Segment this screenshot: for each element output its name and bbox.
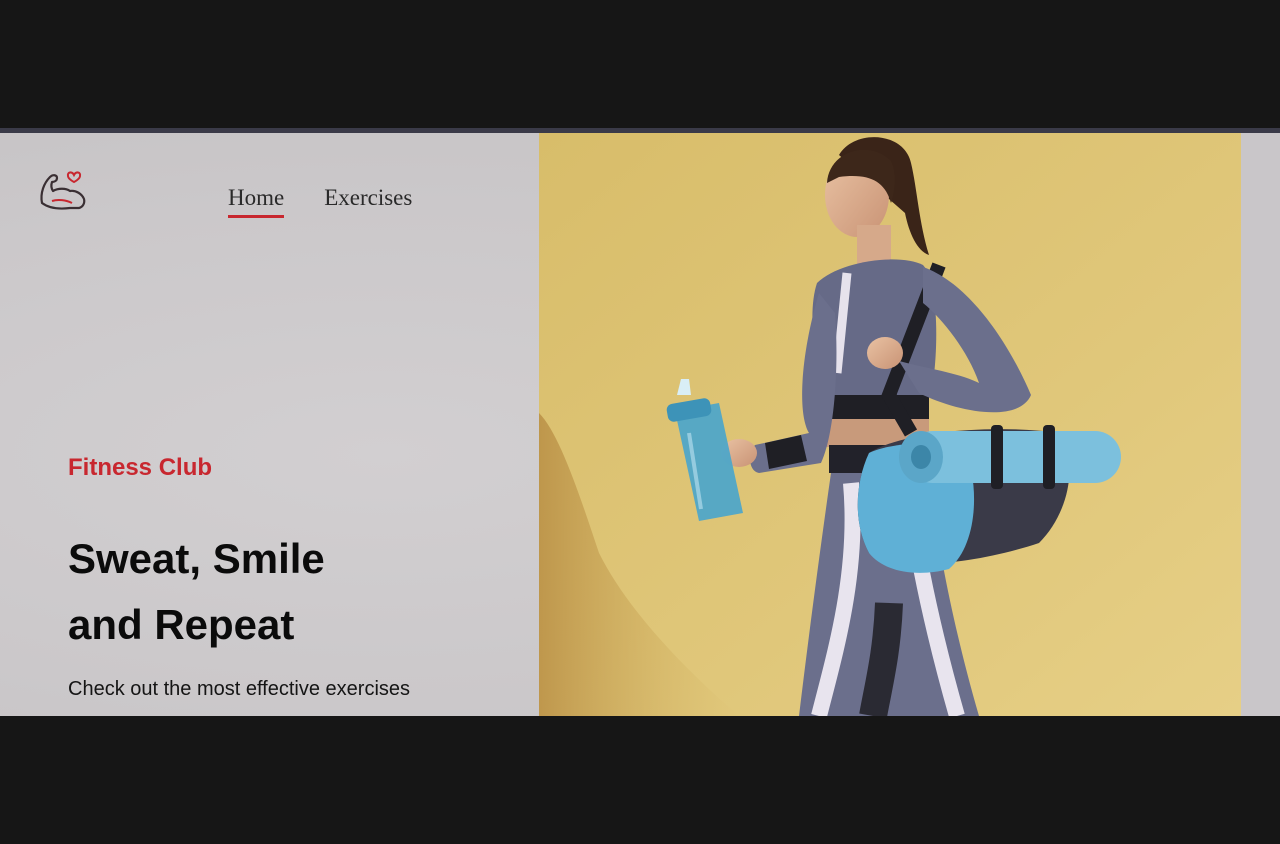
woman-with-shaker-and-yoga-mat-photo <box>539 133 1241 716</box>
letterbox-top <box>0 0 1280 128</box>
page-right-margin <box>1241 133 1280 716</box>
nav-exercises-link[interactable]: Exercises <box>324 185 412 218</box>
page-viewport: Home Exercises Fitness Club Sweat, Smile… <box>0 133 1280 716</box>
hero-headline-line1: Sweat, Smile <box>68 535 325 582</box>
yoga-mat-roll <box>899 425 1121 489</box>
hero-subline: Check out the most effective exercises <box>68 678 411 700</box>
flexed-arm-heart-icon[interactable] <box>36 163 90 217</box>
main-nav: Home Exercises <box>228 185 412 218</box>
nav-home-link[interactable]: Home <box>228 185 285 218</box>
hero-banner-image <box>539 133 1241 716</box>
letterbox-bottom <box>0 716 1280 844</box>
hero-kicker: Fitness Club <box>68 454 213 481</box>
hero-headline: Sweat, Smile and Repeat <box>68 526 508 658</box>
hero-headline-line2: and Repeat <box>68 601 295 648</box>
